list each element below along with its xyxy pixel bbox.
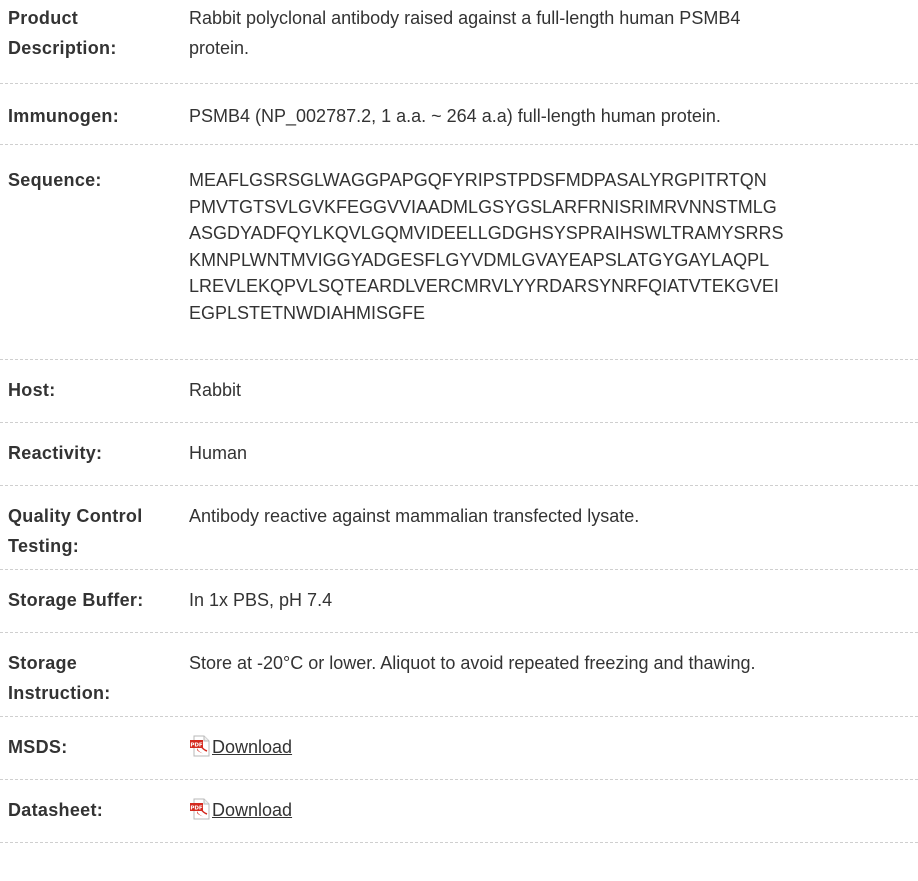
value-datasheet: PDF Download bbox=[189, 795, 918, 825]
svg-text:PDF: PDF bbox=[190, 806, 203, 812]
row-storage-instruction: Storage Instruction: Store at -20°C or l… bbox=[0, 633, 918, 717]
row-quality-control: Quality Control Testing: Antibody reacti… bbox=[0, 486, 918, 570]
label-sequence: Sequence: bbox=[8, 170, 102, 190]
row-storage-buffer: Storage Buffer: In 1x PBS, pH 7.4 bbox=[0, 570, 918, 633]
label-line: Instruction: bbox=[8, 683, 111, 703]
value-line: protein. bbox=[189, 38, 250, 58]
label-immunogen: Immunogen: bbox=[8, 106, 119, 126]
label-storage-buffer: Storage Buffer: bbox=[8, 590, 144, 610]
product-spec-table: Product Description: Rabbit polyclonal a… bbox=[0, 0, 918, 843]
value-quality-control: Antibody reactive against mammalian tran… bbox=[189, 506, 640, 526]
value-immunogen: PSMB4 (NP_002787.2, 1 a.a. ~ 264 a.a) fu… bbox=[189, 106, 721, 126]
label-line: Quality Control bbox=[8, 506, 143, 526]
row-host: Host: Rabbit bbox=[0, 360, 918, 423]
label-line: Description: bbox=[8, 38, 117, 58]
sequence-line: MEAFLGSRSGLWAGGPAPGQFYRIPSTPDSFMDPASALYR… bbox=[189, 170, 767, 190]
row-sequence: Sequence: MEAFLGSRSGLWAGGPAPGQFYRIPSTPDS… bbox=[0, 145, 918, 360]
sequence-line: ASGDYADFQYLKQVLGQMVIDEELLGDGHSYSPRAIHSWL… bbox=[189, 223, 784, 243]
sequence-line: EGPLSTETNWDIAHMISGFE bbox=[189, 302, 426, 323]
value-msds: PDF Download bbox=[189, 732, 918, 762]
label-storage-instruction: Storage Instruction: bbox=[0, 648, 189, 708]
row-immunogen: Immunogen: PSMB4 (NP_002787.2, 1 a.a. ~ … bbox=[0, 84, 918, 145]
label-quality-control: Quality Control Testing: bbox=[0, 501, 189, 561]
label-line: Testing: bbox=[8, 536, 80, 556]
row-msds: MSDS: PDF Download bbox=[0, 717, 918, 780]
msds-download-link[interactable]: Download bbox=[212, 737, 292, 757]
svg-text:PDF: PDF bbox=[190, 743, 203, 749]
value-sequence: MEAFLGSRSGLWAGGPAPGQFYRIPSTPDSFMDPASALYR… bbox=[189, 167, 918, 326]
row-reactivity: Reactivity: Human bbox=[0, 423, 918, 486]
label-datasheet: Datasheet: bbox=[8, 800, 104, 820]
label-msds: MSDS: bbox=[8, 737, 68, 757]
row-product-description: Product Description: Rabbit polyclonal a… bbox=[0, 0, 918, 84]
value-line: Rabbit polyclonal antibody raised agains… bbox=[189, 8, 741, 28]
datasheet-download-link[interactable]: Download bbox=[212, 800, 292, 820]
sequence-line: KMNPLWNTMVIGGYADGESFLGYVDMLGVAYEAPSLATGY… bbox=[189, 249, 770, 270]
value-storage-buffer: In 1x PBS, pH 7.4 bbox=[189, 590, 333, 610]
sequence-line: PMVTGTSVLGVKFEGGVVIAADMLGSYGSLARFRNISRIM… bbox=[189, 196, 777, 217]
pdf-icon[interactable]: PDF bbox=[189, 735, 211, 757]
label-product-description: Product Description: bbox=[0, 3, 189, 63]
label-line: Product bbox=[8, 8, 79, 28]
row-datasheet: Datasheet: PDF Download bbox=[0, 780, 918, 843]
value-reactivity: Human bbox=[189, 443, 248, 463]
pdf-icon[interactable]: PDF bbox=[189, 798, 211, 820]
label-host: Host: bbox=[8, 380, 56, 400]
sequence-line: LREVLEKQPVLSQTEARDLVERCMRVLYYRDARSYNRFQI… bbox=[189, 276, 779, 296]
label-reactivity: Reactivity: bbox=[8, 443, 103, 463]
value-storage-instruction: Store at -20°C or lower. Aliquot to avoi… bbox=[189, 653, 756, 673]
value-product-description: Rabbit polyclonal antibody raised agains… bbox=[189, 3, 918, 63]
value-host: Rabbit bbox=[189, 380, 242, 400]
label-line: Storage bbox=[8, 653, 78, 673]
